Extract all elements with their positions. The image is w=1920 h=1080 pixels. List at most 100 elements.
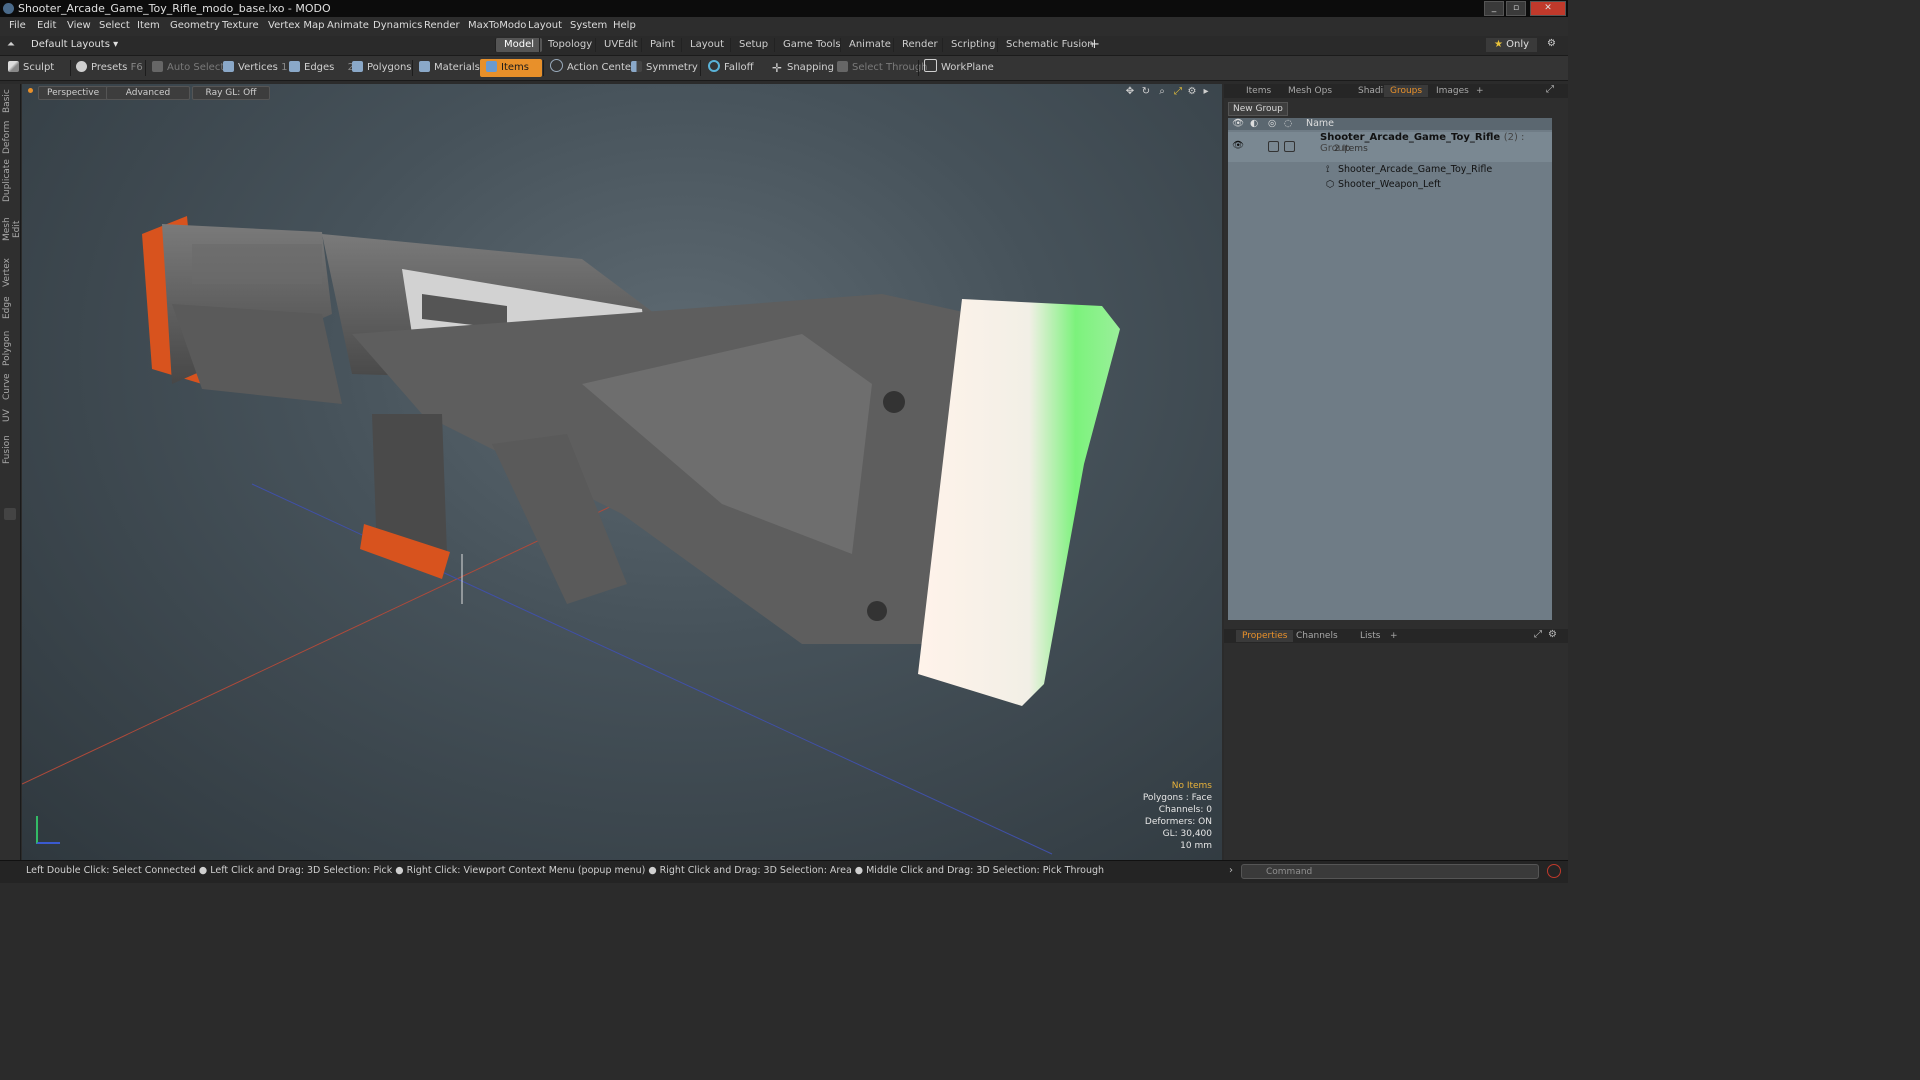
eye-icon[interactable]: 👁 [1232,140,1244,151]
tab-topology[interactable]: Topology [539,38,600,52]
tab-uv[interactable]: UV [2,406,18,426]
menu-dynamics[interactable]: Dynamics [373,20,422,31]
menu-render[interactable]: Render [424,20,460,31]
sculpt-button[interactable]: Sculpt [8,59,54,77]
vertices-button[interactable]: Vertices 1 [223,59,287,77]
tab-mesh-ops[interactable]: Mesh Ops [1282,85,1338,97]
action-center-button[interactable]: Action Center [550,59,635,77]
3d-viewport[interactable]: Perspective Advanced Ray GL: Off ✥ ↻ ⌕ ⤢… [22,84,1222,860]
eye-icon[interactable]: 👁 [1232,118,1244,129]
snapping-button[interactable]: ✛ Snapping [772,59,834,77]
tab-vertex[interactable]: Vertex [2,256,18,290]
falloff-icon [708,60,720,72]
menu-layout[interactable]: Layout [528,20,562,31]
command-input[interactable]: Command [1241,864,1539,879]
add-tab-button[interactable]: + [1384,630,1404,642]
presets-button[interactable]: Presets F6 [76,59,143,77]
right-panel: Items Mesh Ops Shading Groups Images + ⤢… [1224,84,1568,860]
tab-channels[interactable]: Channels [1290,630,1344,642]
tab-fusion[interactable]: Fusion [2,432,18,468]
tab-paint[interactable]: Paint [641,38,683,52]
menu-bar: File Edit View Select Item Geometry Text… [0,17,1568,36]
tab-uvedit[interactable]: UVEdit [595,38,646,52]
command-expand-icon[interactable]: › [1229,865,1233,876]
tab-edge[interactable]: Edge [2,294,18,322]
materials-button[interactable]: Materials [419,59,480,77]
tab-polygon[interactable]: Polygon [2,328,18,368]
tab-basic[interactable]: Basic [2,88,18,114]
tab-curve[interactable]: Curve [2,372,18,402]
expand-icon[interactable]: ⤢ [1534,629,1542,640]
only-toggle[interactable]: ★ Only [1486,38,1538,52]
polygons-button[interactable]: Polygons [352,59,412,77]
tab-setup[interactable]: Setup [730,38,776,52]
presets-icon [76,61,87,72]
minimize-button[interactable]: _ [1484,1,1504,16]
tab-lists[interactable]: Lists [1354,630,1386,642]
menu-vertex-map[interactable]: Vertex Map [268,20,324,31]
items-icon [486,61,497,72]
scene-canvas [22,216,1120,855]
tab-scripting[interactable]: Scripting [942,38,1003,52]
layout-bar: ⏶ Default Layouts ▾ Model Topology UVEdi… [0,36,1568,56]
tab-layout[interactable]: Layout [681,38,732,52]
tab-mesh-edit[interactable]: Mesh Edit [2,208,22,250]
snapping-icon: ✛ [772,61,783,75]
mesh-icon: ⟟ [1326,164,1330,175]
tab-model[interactable]: Model [495,38,543,52]
workplane-button[interactable]: WorkPlane [924,59,994,77]
expand-panel-button[interactable] [4,508,16,520]
select-icon[interactable]: ◌ [1284,118,1292,129]
layouts-dropdown[interactable]: Default Layouts ▾ [31,39,118,50]
lock-icon[interactable]: ◎ [1268,118,1276,129]
list-item[interactable]: ⟟ Shooter_Arcade_Game_Toy_Rifle [1228,162,1552,177]
group-row[interactable]: 👁 Shooter_Arcade_Game_Toy_Rifle (2) : Gr… [1228,132,1552,162]
maximize-button[interactable]: ▫ [1506,1,1526,16]
menu-animate[interactable]: Animate [327,20,369,31]
menu-view[interactable]: View [67,20,91,31]
add-layout-tab-button[interactable]: + [1089,37,1100,52]
menu-file[interactable]: File [9,20,26,31]
tab-render[interactable]: Render [893,38,946,52]
menu-system[interactable]: System [570,20,607,31]
tab-properties[interactable]: Properties [1236,630,1294,642]
falloff-button[interactable]: Falloff [708,59,754,77]
new-group-button[interactable]: New Group [1228,102,1288,116]
expand-icon[interactable]: ⤢ [1546,84,1554,95]
tab-deform[interactable]: Deform [2,120,18,154]
tab-images[interactable]: Images [1430,85,1475,97]
tab-items[interactable]: Items [1240,85,1277,97]
select-toggle[interactable] [1284,141,1295,152]
menu-select[interactable]: Select [99,20,130,31]
select-through-button[interactable]: Select Through [837,59,928,77]
gear-icon[interactable]: ⚙ [1547,38,1556,49]
symmetry-button[interactable]: Symmetry [631,59,698,77]
menu-item[interactable]: Item [137,20,160,31]
tab-animate[interactable]: Animate [840,38,899,52]
collapse-arrow-icon[interactable]: ⏶ [7,39,15,50]
add-tab-button[interactable]: + [1470,85,1490,97]
tab-game-tools[interactable]: Game Tools [774,38,849,52]
auto-select-button[interactable]: Auto Select [152,59,224,77]
tool-bar: Sculpt Presets F6 Auto Select Vertices 1… [0,56,1568,81]
menu-help[interactable]: Help [613,20,636,31]
tab-duplicate[interactable]: Duplicate [2,159,18,202]
menu-edit[interactable]: Edit [37,20,56,31]
close-button[interactable]: ✕ [1530,1,1566,16]
record-icon[interactable] [1547,864,1561,878]
gear-icon[interactable]: ⚙ [1548,629,1557,640]
list-item[interactable]: ⬡ Shooter_Weapon_Left [1228,177,1552,192]
tab-groups[interactable]: Groups [1384,85,1429,97]
tab-schematic-fusion[interactable]: Schematic Fusion [997,38,1102,52]
upper-tab-bar: Items Mesh Ops Shading Groups Images + ⤢ [1224,84,1568,98]
lock-toggle[interactable] [1268,141,1279,152]
deformers-info: Deformers: ON [1144,817,1212,827]
vertices-icon [223,61,234,72]
name-column-header[interactable]: Name [1306,118,1334,129]
menu-geometry[interactable]: Geometry [170,20,220,31]
menu-texture[interactable]: Texture [222,20,259,31]
render-icon[interactable]: ◐ [1250,118,1258,129]
edges-button[interactable]: Edges 2 [289,59,354,77]
menu-maxtomodo[interactable]: MaxToModo [468,20,526,31]
items-button[interactable]: Items [480,59,542,77]
